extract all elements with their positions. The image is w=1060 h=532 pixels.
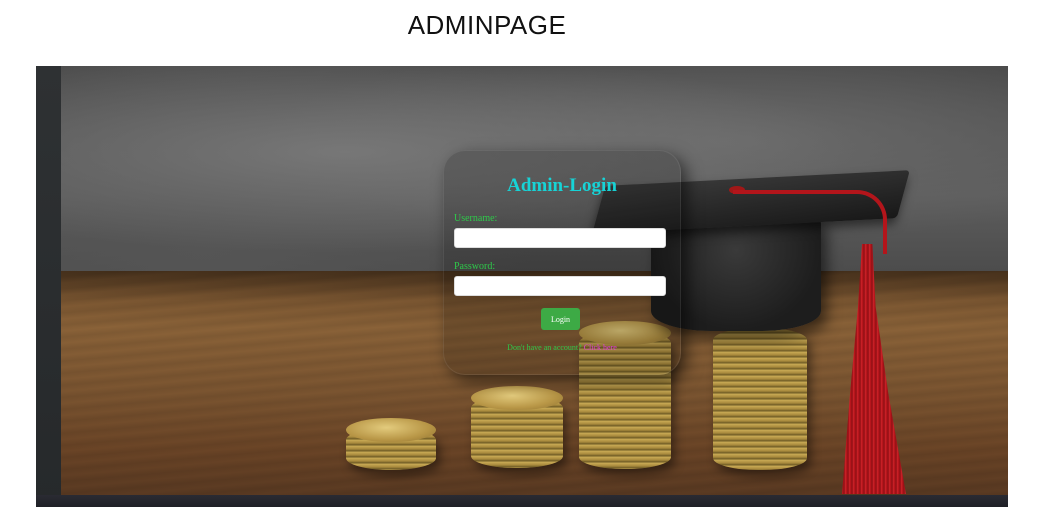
signup-prompt: Don't have an account?: [507, 343, 582, 352]
background-photo: Admin-Login Username: Password: Login Do…: [61, 66, 1008, 495]
login-button[interactable]: Login: [541, 308, 580, 330]
coin-stack-4: [713, 328, 807, 470]
browser-bottom-edge: [36, 495, 1008, 507]
username-label: Username:: [454, 213, 498, 224]
browser-left-edge: [36, 66, 61, 507]
username-input[interactable]: [454, 228, 666, 248]
login-card: Admin-Login Username: Password: Login Do…: [443, 150, 681, 375]
embedded-screenshot: Admin-Login Username: Password: Login Do…: [36, 66, 1008, 507]
signup-line: Don't have an account? Click here: [444, 343, 680, 352]
login-title: Admin-Login: [507, 175, 617, 196]
page-heading: ADMINPAGE: [407, 10, 567, 40]
password-input[interactable]: [454, 276, 666, 296]
password-label: Password:: [454, 261, 496, 272]
signup-link[interactable]: Click here: [584, 343, 617, 352]
